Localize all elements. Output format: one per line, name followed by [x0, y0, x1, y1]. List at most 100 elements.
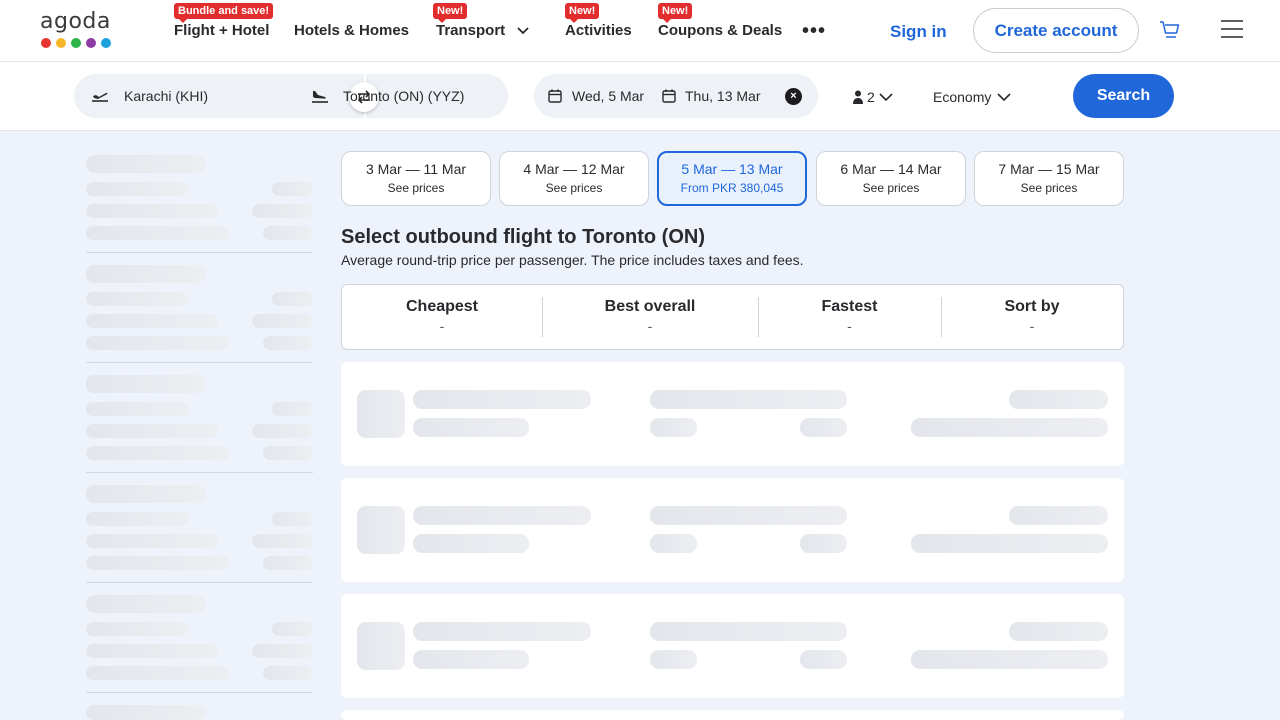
agoda-logo[interactable]: agoda — [40, 10, 114, 50]
depart-date-input[interactable]: Wed, 5 Mar — [572, 88, 644, 104]
skeleton-block — [86, 556, 229, 570]
nav-transport-label: Transport — [436, 22, 506, 39]
nav-flight-hotel[interactable]: Flight + Hotel — [174, 22, 269, 39]
divider — [86, 582, 313, 583]
new-badge: New! — [565, 3, 600, 23]
skeleton-block — [86, 534, 218, 548]
person-icon — [853, 90, 863, 104]
skeleton-block — [911, 534, 1108, 553]
results-heading: Select outbound flight to Toronto (ON) — [341, 226, 705, 248]
cabin-class-selector[interactable]: Economy — [933, 89, 1011, 105]
skeleton-block — [86, 155, 206, 173]
date-price-label: See prices — [387, 181, 445, 195]
nav-hotels-homes[interactable]: Hotels & Homes — [294, 22, 409, 39]
skeleton-block — [650, 650, 697, 669]
skeleton-block — [800, 534, 847, 553]
date-price-label: See prices — [545, 181, 603, 195]
skeleton-block — [86, 446, 229, 460]
skeleton-block — [252, 644, 313, 658]
sort-label: Sort by — [1004, 298, 1060, 315]
skeleton-block — [86, 182, 188, 196]
skeleton-block — [86, 512, 188, 526]
date-option-tab[interactable]: 6 Mar — 14 Mar See prices — [816, 151, 966, 206]
skeleton-block — [357, 390, 405, 438]
divider — [86, 472, 313, 473]
sort-label: Fastest — [821, 298, 878, 315]
skeleton-block — [413, 622, 591, 641]
skeleton-block — [650, 622, 847, 641]
logo-dot — [56, 38, 66, 48]
nav-coupons-deals[interactable]: Coupons & Deals — [658, 22, 782, 39]
skeleton-block — [1009, 506, 1108, 525]
sort-cheapest[interactable]: Cheapest - — [342, 285, 542, 349]
date-range-label: 4 Mar — 12 Mar — [523, 161, 625, 177]
sort-fastest[interactable]: Fastest - — [758, 285, 941, 349]
create-account-button[interactable]: Create account — [973, 8, 1139, 53]
chevron-down-icon — [879, 92, 893, 101]
dates-field: Wed, 5 Mar Thu, 13 Mar × — [534, 74, 818, 118]
skeleton-block — [413, 650, 529, 669]
date-option-tab[interactable]: 3 Mar — 11 Mar See prices — [341, 151, 491, 206]
date-range-label: 6 Mar — 14 Mar — [840, 161, 942, 177]
top-header: agoda Bundle and save! Flight + Hotel Ho… — [0, 0, 1280, 62]
search-button[interactable]: Search — [1073, 74, 1174, 118]
sort-value: - — [439, 318, 445, 334]
logo-dot — [86, 38, 96, 48]
sort-best-overall[interactable]: Best overall - — [542, 285, 758, 349]
skeleton-block — [86, 424, 218, 438]
sort-value: - — [1029, 318, 1035, 334]
skeleton-block — [357, 506, 405, 554]
cart-icon[interactable] — [1159, 19, 1181, 46]
sort-by-dropdown[interactable]: Sort by - — [941, 285, 1123, 349]
skeleton-block — [86, 375, 206, 393]
results-subheading: Average round-trip price per passenger. … — [341, 252, 804, 268]
origin-input[interactable]: Karachi (KHI) — [124, 88, 208, 104]
skeleton-block — [252, 314, 313, 328]
skeleton-block — [272, 182, 313, 196]
skeleton-block — [86, 265, 206, 283]
logo-dot — [41, 38, 51, 48]
skeleton-block — [252, 204, 313, 218]
nav-transport[interactable]: Transport — [436, 22, 529, 39]
date-option-tab[interactable]: 7 Mar — 15 Mar See prices — [974, 151, 1124, 206]
skeleton-block — [252, 534, 313, 548]
return-date-input[interactable]: Thu, 13 Mar — [685, 88, 760, 104]
calendar-icon — [548, 89, 562, 108]
skeleton-block — [252, 424, 313, 438]
logo-dot — [101, 38, 111, 48]
divider — [86, 252, 313, 253]
destination-input[interactable]: Toronto (ON) (YYZ) — [343, 88, 464, 104]
logo-dots — [41, 38, 114, 48]
skeleton-block — [413, 418, 529, 437]
chevron-down-icon — [997, 92, 1011, 101]
passenger-count: 2 — [867, 89, 875, 105]
sort-value: - — [847, 318, 852, 334]
flight-search-bar: Karachi (KHI) Toronto (ON) (YYZ) Wed, 5 … — [0, 62, 1280, 131]
date-range-label: 7 Mar — 15 Mar — [998, 161, 1100, 177]
skeleton-block — [650, 418, 697, 437]
clear-return-date-icon[interactable]: × — [785, 88, 802, 105]
date-option-tab-selected[interactable]: 5 Mar — 13 Mar From PKR 380,045 — [657, 151, 807, 206]
sign-in-link[interactable]: Sign in — [890, 22, 947, 42]
departure-plane-icon — [90, 88, 110, 109]
hamburger-menu-icon[interactable] — [1221, 20, 1243, 43]
skeleton-block — [86, 622, 188, 636]
date-option-tab[interactable]: 4 Mar — 12 Mar See prices — [499, 151, 649, 206]
flight-result-skeleton — [341, 710, 1124, 720]
logo-text: agoda — [40, 9, 111, 34]
logo-dot — [71, 38, 81, 48]
skeleton-block — [86, 705, 206, 720]
passenger-selector[interactable]: 2 — [853, 89, 893, 105]
date-price-label: From PKR 380,045 — [680, 181, 784, 195]
date-range-label: 3 Mar — 11 Mar — [365, 161, 467, 177]
new-badge: New! — [433, 3, 468, 23]
arrival-plane-icon — [310, 88, 330, 109]
skeleton-block — [272, 402, 313, 416]
skeleton-block — [800, 418, 847, 437]
chevron-down-icon — [517, 27, 529, 35]
skeleton-block — [86, 595, 206, 613]
more-menu-icon[interactable]: ••• — [802, 20, 826, 43]
nav-activities[interactable]: Activities — [565, 22, 632, 39]
skeleton-block — [650, 534, 697, 553]
skeleton-block — [86, 402, 188, 416]
